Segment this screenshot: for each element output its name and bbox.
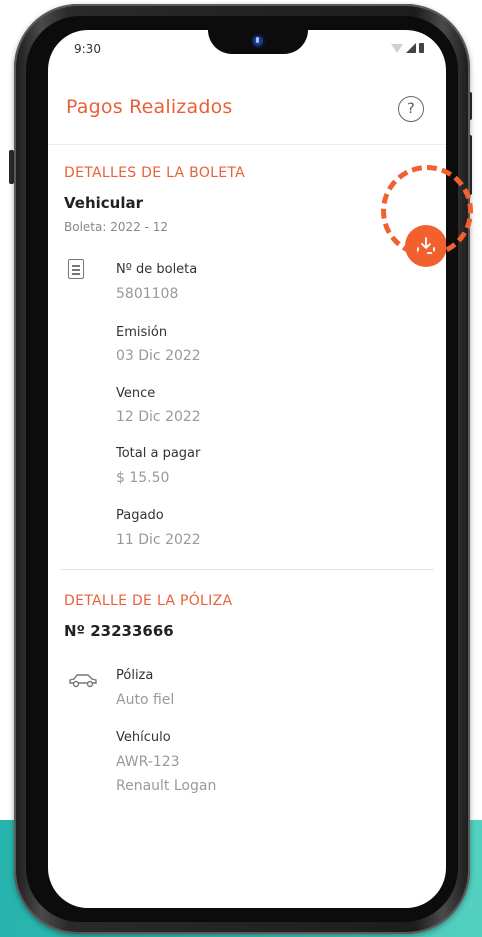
field-label-vehiculo: Vehículo [116, 730, 171, 745]
download-button[interactable] [405, 225, 446, 267]
battery-icon [419, 43, 424, 53]
field-label-emision: Emisión [116, 325, 168, 340]
field-label-poliza: Póliza [116, 668, 154, 683]
status-time: 9:30 [74, 42, 101, 56]
poliza-section-title: DETALLE DE LA PÓLIZA [64, 593, 233, 609]
boleta-period: Boleta: 2022 - 12 [64, 220, 168, 234]
field-label-vence: Vence [116, 386, 156, 401]
field-value-total: $ 15.50 [116, 470, 170, 486]
front-camera-icon [251, 34, 265, 48]
help-icon[interactable]: ? [398, 96, 424, 122]
field-value-vehiculo-model: Renault Logan [116, 778, 217, 794]
field-value-vence: 12 Dic 2022 [116, 409, 201, 425]
car-icon [69, 674, 97, 688]
field-value-pagado: 11 Dic 2022 [116, 532, 201, 548]
field-label-pagado: Pagado [116, 508, 164, 523]
boleta-section-title: DETALLES DE LA BOLETA [64, 165, 246, 181]
phone-screen: 9:30 Pagos Realizados ? DETALLES DE LA B… [48, 30, 446, 908]
divider [60, 569, 434, 570]
page-title: Pagos Realizados [66, 96, 233, 118]
boleta-type: Vehicular [64, 194, 144, 212]
download-icon [417, 237, 435, 254]
notch [208, 30, 308, 54]
stage: 9:30 Pagos Realizados ? DETALLES DE LA B… [0, 0, 482, 937]
field-value-emision: 03 Dic 2022 [116, 348, 201, 364]
document-icon [68, 259, 84, 279]
field-value-poliza: Auto fiel [116, 692, 175, 708]
divider [48, 144, 446, 145]
signal-icon [406, 43, 416, 53]
field-value-boleta-number: 5801108 [116, 286, 179, 302]
status-icons [391, 43, 424, 53]
field-label-boleta-number: Nº de boleta [116, 262, 198, 277]
poliza-number: Nº 23233666 [64, 622, 174, 640]
field-label-total: Total a pagar [116, 446, 201, 461]
wifi-icon [391, 44, 403, 53]
field-value-vehiculo-plate: AWR-123 [116, 754, 180, 770]
